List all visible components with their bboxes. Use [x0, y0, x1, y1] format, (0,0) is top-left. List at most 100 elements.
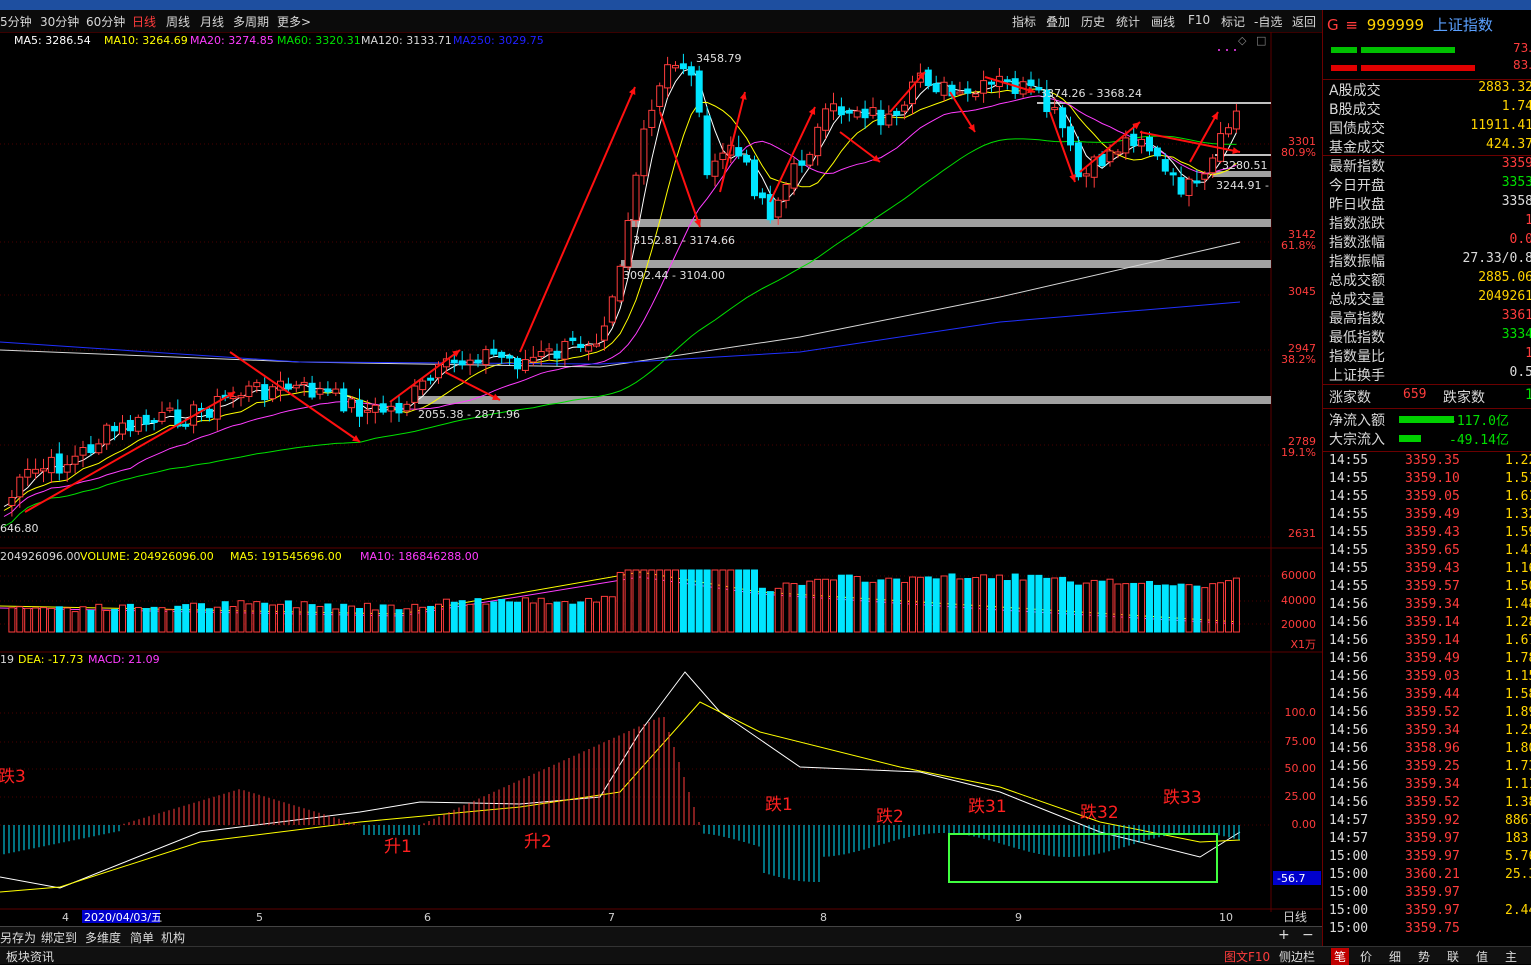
- candle-body: [1082, 173, 1090, 177]
- tick-row: 15:00 3360.21 25.3: [1329, 867, 1531, 885]
- zoom-in-icon[interactable]: +: [1278, 927, 1290, 943]
- panel-separator: [1323, 408, 1531, 409]
- volume-bar: [561, 601, 569, 633]
- history-button[interactable]: 历史: [1081, 13, 1105, 30]
- tick-time: 14:55: [1329, 579, 1369, 594]
- buy-ratio-bar: [1361, 47, 1455, 53]
- stat-label: 基金成交: [1329, 140, 1385, 156]
- tick-volume: 1.51: [1505, 471, 1531, 486]
- candle-body: [284, 383, 292, 390]
- flow-bar: [1399, 435, 1421, 442]
- multi-dimension-button[interactable]: 多维度: [85, 929, 121, 946]
- watchlist-button[interactable]: -自选: [1254, 13, 1282, 30]
- volume-bar: [672, 569, 679, 633]
- date-tick-label: 8: [820, 911, 827, 924]
- menu-icon[interactable]: ≡: [1345, 16, 1358, 34]
- tick-price: 3359.97: [1405, 885, 1460, 900]
- simple-button[interactable]: 简单: [130, 929, 154, 946]
- stat-value: 3358: [1501, 194, 1531, 209]
- candle-body: [498, 351, 506, 358]
- mark-button[interactable]: 标记: [1221, 13, 1245, 30]
- tab-60min[interactable]: 60分钟: [86, 13, 125, 30]
- trend-arrow: [24, 391, 236, 513]
- flow-value: -117.0亿: [1449, 414, 1509, 429]
- volume-bar: [8, 607, 16, 633]
- panel-tab-0[interactable]: 笔: [1331, 948, 1350, 965]
- macd-annotation: 升2: [524, 832, 552, 852]
- moving-average-lines: [0, 67, 1241, 893]
- bind-to-button[interactable]: 绑定到: [41, 929, 77, 946]
- tick-price: 3359.97: [1405, 849, 1460, 864]
- panel-tab-2[interactable]: 细: [1389, 948, 1401, 965]
- zoom-out-icon[interactable]: −: [1302, 927, 1314, 943]
- sidebar-button[interactable]: 侧边栏: [1279, 948, 1315, 965]
- volume-bar: [1035, 574, 1043, 633]
- macd-legend-item: MACD: 21.09: [88, 653, 160, 666]
- trend-arrowhead: [1069, 174, 1076, 182]
- tick-time: 15:00: [1329, 867, 1369, 882]
- kline-chart[interactable]: 330180.9%314261.8%3045294738.2%278919.1%…: [0, 32, 1322, 926]
- support-zone-band: [621, 260, 1271, 268]
- indicator-button[interactable]: 指标: [1012, 13, 1036, 30]
- sector-news-tab[interactable]: 板块资讯: [6, 948, 54, 965]
- stat-row: B股成交 1.74: [1329, 99, 1531, 118]
- panel-tab-4[interactable]: 联: [1447, 948, 1459, 965]
- stat-value: 0.5: [1509, 365, 1531, 380]
- panel-tab-6[interactable]: 主: [1505, 948, 1517, 965]
- panel-separator: [1323, 451, 1531, 452]
- overlay-button[interactable]: 叠加: [1046, 13, 1070, 30]
- tab-30min[interactable]: 30分钟: [40, 13, 79, 30]
- panel-tab-3[interactable]: 势: [1418, 948, 1430, 965]
- institution-button[interactable]: 机构: [161, 929, 185, 946]
- tick-row: 14:56 3359.44 1.58: [1329, 687, 1531, 705]
- tick-row: 14:56 3359.14 1.67: [1329, 633, 1531, 651]
- candle-body: [1225, 127, 1232, 135]
- tick-price: 3359.25: [1405, 759, 1460, 774]
- candle-body: [387, 405, 395, 412]
- candle-body: [458, 360, 466, 366]
- macd-legend-item: 19: [0, 653, 14, 666]
- stat-label: B股成交: [1329, 102, 1381, 118]
- volume-bar: [308, 604, 316, 633]
- tab-daily[interactable]: 日线: [132, 13, 156, 30]
- volume-bar: [1003, 580, 1011, 633]
- tick-row: 15:00 3359.97: [1329, 885, 1531, 903]
- candle-body: [308, 382, 316, 398]
- price-annotation: 3458.79: [696, 52, 742, 65]
- tick-volume: 1.50: [1505, 579, 1531, 594]
- candle-body: [371, 404, 379, 413]
- volume-bar: [190, 602, 198, 633]
- tick-volume: 1.38: [1505, 795, 1531, 810]
- volume-bar: [1019, 579, 1027, 633]
- volume-bar: [569, 603, 577, 633]
- tab-5min[interactable]: 5分钟: [0, 13, 32, 30]
- f10-graphic-button[interactable]: 图文F10: [1224, 948, 1270, 965]
- f10-button[interactable]: F10: [1188, 13, 1210, 27]
- volume-bar: [1011, 573, 1019, 633]
- tick-row: 14:56 3359.34 1.25: [1329, 723, 1531, 741]
- draw-line-button[interactable]: 画线: [1151, 13, 1175, 30]
- candle-body: [142, 414, 150, 425]
- volume-bar: [356, 607, 363, 633]
- tick-row: 14:55 3359.65 1.41: [1329, 543, 1531, 561]
- candle-body: [719, 152, 727, 161]
- volume-bar: [498, 598, 506, 633]
- back-button[interactable]: 返回: [1292, 13, 1316, 30]
- volume-bar: [545, 603, 553, 633]
- tab-more[interactable]: 更多>: [277, 13, 311, 30]
- candle-body: [822, 108, 830, 131]
- candle-body: [427, 377, 435, 381]
- stat-value: 1: [1525, 346, 1531, 361]
- candle-body: [253, 382, 261, 388]
- tab-multi-period[interactable]: 多周期: [233, 13, 269, 30]
- panel-tab-5[interactable]: 值: [1476, 948, 1488, 965]
- tab-weekly[interactable]: 周线: [166, 13, 190, 30]
- candle-body: [751, 159, 758, 197]
- candle-body: [340, 388, 348, 412]
- tab-monthly[interactable]: 月线: [200, 13, 224, 30]
- save-as-button[interactable]: 另存为: [0, 929, 36, 946]
- panel-tab-1[interactable]: 价: [1360, 948, 1372, 965]
- volume-bar: [885, 577, 893, 633]
- stats-button[interactable]: 统计: [1116, 13, 1140, 30]
- volume-bar: [1059, 576, 1067, 633]
